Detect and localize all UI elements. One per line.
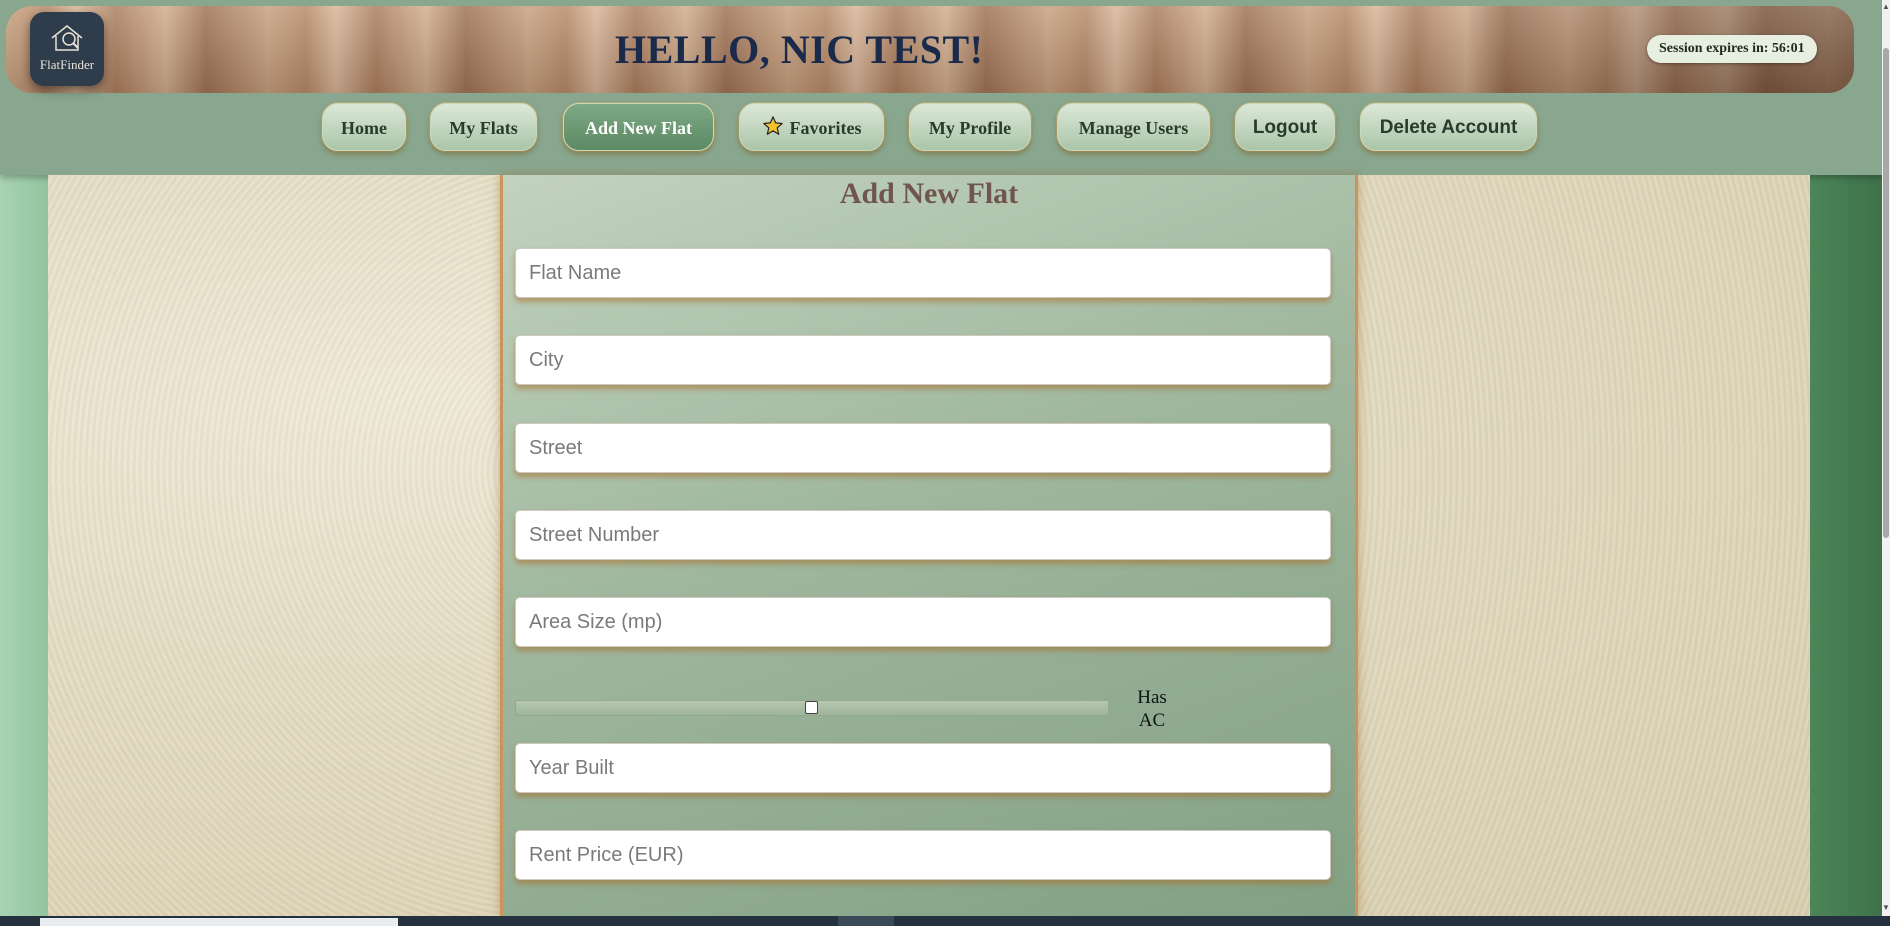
taskbar-search[interactable]: [40, 918, 398, 926]
nav-my-flats-button[interactable]: My Flats: [430, 103, 537, 151]
has-ac-checkbox[interactable]: [805, 701, 818, 714]
house-magnifier-icon: [51, 25, 83, 51]
favorites-label: Favorites: [789, 118, 862, 138]
app-logo[interactable]: FlatFinder: [30, 12, 104, 86]
area-size-input[interactable]: [515, 597, 1331, 647]
nav-delete-account-button[interactable]: Delete Account: [1360, 103, 1537, 151]
star-icon: [762, 116, 783, 135]
has-ac-row: Has AC: [515, 686, 1345, 736]
session-timer-badge: Session expires in: 56:01: [1647, 35, 1817, 63]
street-input[interactable]: [515, 423, 1331, 473]
nav-logout-button[interactable]: Logout: [1235, 103, 1335, 151]
main-nav: Home My Flats Add New Flat Favorites My …: [0, 103, 1882, 153]
nav-add-new-flat-button[interactable]: Add New Flat: [563, 103, 714, 151]
scroll-down-arrow-icon[interactable]: ▼: [1882, 903, 1890, 912]
taskbar-app[interactable]: [838, 916, 894, 926]
has-ac-label: Has AC: [1137, 687, 1167, 731]
page-scrollbar[interactable]: ▲ ▼: [1882, 0, 1890, 916]
rent-price-input[interactable]: [515, 830, 1331, 880]
city-input[interactable]: [515, 335, 1331, 385]
year-built-input[interactable]: [515, 743, 1331, 793]
form-title: Add New Flat: [839, 177, 1019, 210]
add-flat-form: Add New Flat Has AC: [500, 175, 1358, 916]
os-taskbar: [0, 916, 1890, 926]
street-number-input[interactable]: [515, 510, 1331, 560]
header: FlatFinder HELLO, NIC TEST! Session expi…: [0, 0, 1882, 175]
scroll-up-arrow-icon[interactable]: ▲: [1882, 2, 1890, 11]
logo-text: FlatFinder: [39, 57, 95, 72]
nav-favorites-button[interactable]: Favorites: [739, 103, 884, 151]
flat-name-input[interactable]: [515, 248, 1331, 298]
nav-home-button[interactable]: Home: [322, 103, 406, 151]
scroll-thumb[interactable]: [1883, 48, 1889, 538]
nav-manage-users-button[interactable]: Manage Users: [1057, 103, 1210, 151]
greeting-title: HELLO, NIC TEST!: [615, 27, 984, 72]
nav-my-profile-button[interactable]: My Profile: [909, 103, 1031, 151]
